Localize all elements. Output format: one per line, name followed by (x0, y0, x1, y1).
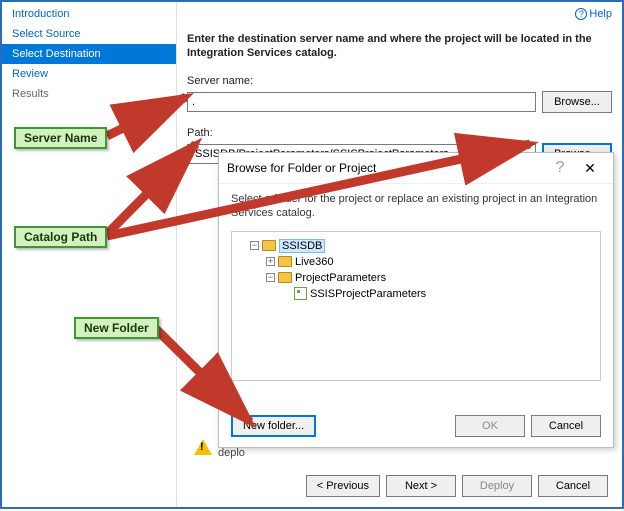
expand-icon[interactable]: + (266, 257, 275, 266)
sidebar-item-select-destination[interactable]: Select Destination (2, 44, 176, 64)
instruction-text: Enter the destination server name and wh… (187, 32, 602, 61)
annotation-catalog-path: Catalog Path (14, 226, 107, 248)
browse-dialog: Browse for Folder or Project ? ✕ Select … (218, 152, 614, 448)
next-button[interactable]: Next > (386, 475, 456, 497)
warning-text: deplo (218, 447, 245, 459)
path-label: Path: (187, 127, 612, 139)
tree-label-root: SSISDB (279, 239, 325, 253)
collapse-icon[interactable]: − (250, 241, 259, 250)
folder-tree[interactable]: − SSISDB + Live360 − ProjectParameters S… (231, 231, 601, 381)
help-label: Help (589, 8, 612, 20)
server-browse-button[interactable]: Browse... (542, 91, 612, 113)
tree-node[interactable]: SSISProjectParameters (238, 286, 594, 302)
help-link[interactable]: ?Help (575, 8, 612, 20)
close-icon[interactable]: ✕ (575, 160, 605, 177)
tree-node-root[interactable]: − SSISDB (238, 238, 594, 254)
package-icon (294, 287, 307, 300)
sidebar-item-results[interactable]: Results (2, 84, 176, 104)
cancel-button[interactable]: Cancel (538, 475, 608, 497)
tree-label: Live360 (295, 256, 334, 268)
sidebar-item-review[interactable]: Review (2, 64, 176, 84)
deploy-button: Deploy (462, 475, 532, 497)
new-folder-button[interactable]: New folder... (231, 415, 316, 437)
sidebar-item-select-source[interactable]: Select Source (2, 24, 176, 44)
dialog-message: Select a folder for the project or repla… (231, 192, 601, 221)
dialog-help-icon[interactable]: ? (545, 159, 575, 177)
sidebar-item-introduction[interactable]: Introduction (2, 4, 176, 24)
collapse-icon[interactable]: − (266, 273, 275, 282)
dialog-title: Browse for Folder or Project (227, 161, 545, 175)
help-icon: ? (575, 8, 587, 20)
annotation-new-folder: New Folder (74, 317, 159, 339)
ok-button: OK (455, 415, 525, 437)
folder-icon (278, 256, 292, 267)
tree-label: SSISProjectParameters (310, 288, 426, 300)
server-name-label: Server name: (187, 75, 612, 87)
dialog-cancel-button[interactable]: Cancel (531, 415, 601, 437)
annotation-server-name: Server Name (14, 127, 107, 149)
folder-icon (278, 272, 292, 283)
tree-node[interactable]: + Live360 (238, 254, 594, 270)
wizard-sidebar: Introduction Select Source Select Destin… (2, 2, 177, 507)
tree-node[interactable]: − ProjectParameters (238, 270, 594, 286)
warning-icon (194, 439, 212, 455)
server-name-input[interactable] (187, 92, 536, 112)
previous-button[interactable]: < Previous (306, 475, 380, 497)
wizard-footer: < Previous Next > Deploy Cancel (306, 475, 608, 497)
tree-label: ProjectParameters (295, 272, 386, 284)
folder-icon (262, 240, 276, 251)
